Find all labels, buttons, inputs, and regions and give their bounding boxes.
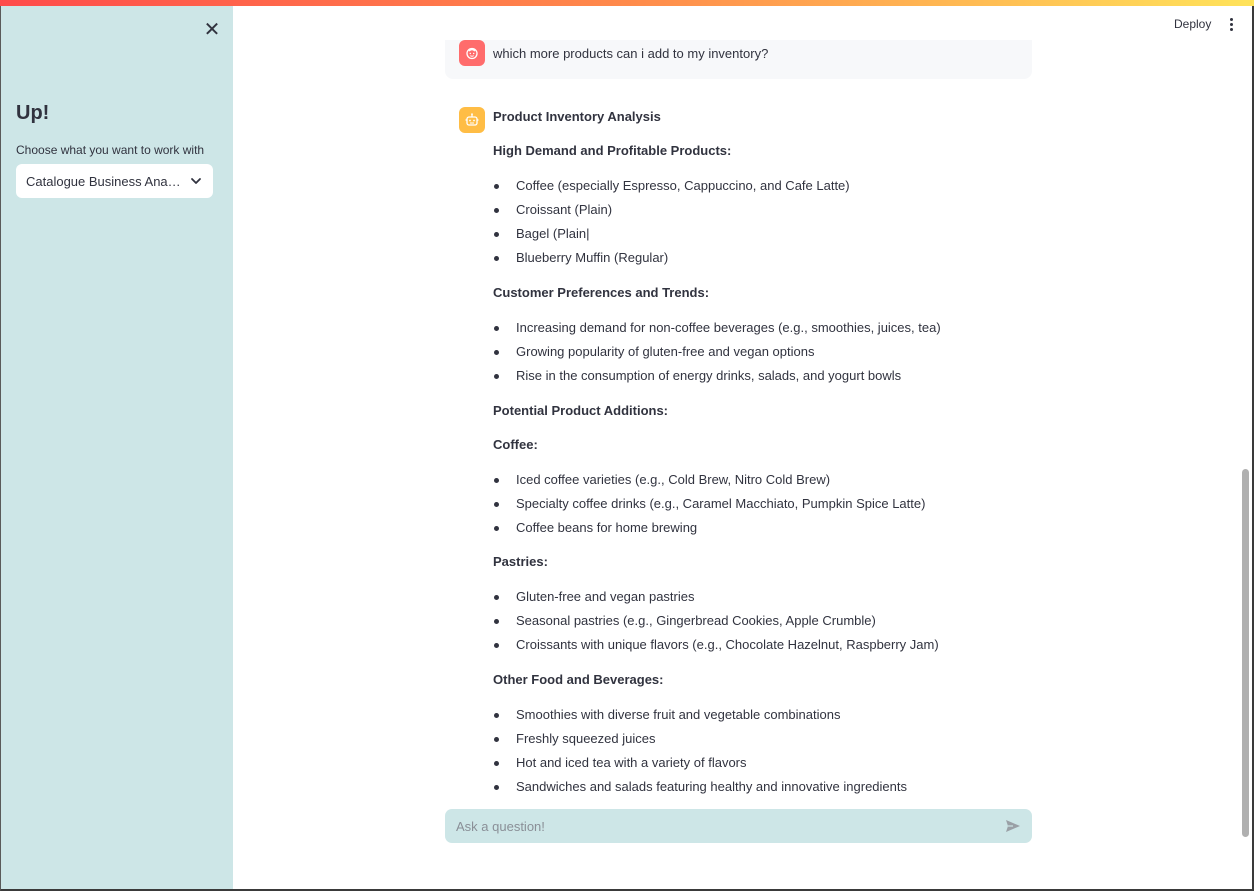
list-item: Croissants with unique flavors (e.g., Ch… [493,636,1013,660]
list-item: Smoothies with diverse fruit and vegetab… [493,706,1013,730]
list-item: Coffee beans for home brewing [493,519,1013,543]
list-item: Freshly squeezed juices [493,730,1013,754]
list-item: Gluten-free and vegan pastries [493,588,1013,612]
sidebar-title: Up! [16,102,50,124]
chat-input[interactable] [454,817,1004,835]
section-heading: Customer Preferences and Trends: [493,285,710,300]
send-icon[interactable] [1004,817,1022,835]
list-item: Blueberry Muffin (Regular) [493,249,1013,273]
close-icon[interactable]: ✕ [202,20,222,40]
chevron-down-icon [191,178,201,184]
robot-face-icon [459,107,485,133]
chat-input-bar [445,809,1032,843]
bullet-list: Increasing demand for non-coffee beverag… [493,319,1013,391]
sidebar: ✕ Up! Choose what you want to work with … [0,6,233,889]
list-item: Sandwiches and salads featuring healthy … [493,778,1013,802]
section-heading: High Demand and Profitable Products: [493,143,732,158]
user-face-icon [459,40,485,66]
list-item: Growing popularity of gluten-free and ve… [493,343,1013,367]
list-item: Specialty coffee drinks (e.g., Caramel M… [493,495,1013,519]
scrollbar-thumb[interactable] [1242,469,1249,837]
list-item: Coffee (especially Espresso, Cappuccino,… [493,177,1013,201]
assistant-message: Product Inventory Analysis High Demand a… [493,108,1013,802]
bullet-list: Coffee (especially Espresso, Cappuccino,… [493,177,1013,273]
section-heading: Potential Product Additions: [493,403,669,418]
list-item: Hot and iced tea with a variety of flavo… [493,754,1013,778]
kebab-menu-icon[interactable] [1226,18,1236,32]
list-item: Croissant (Plain) [493,201,1013,225]
bullet-list: Iced coffee varieties (e.g., Cold Brew, … [493,471,1013,543]
user-message-text: which more products can i add to my inve… [493,46,769,61]
list-item: Increasing demand for non-coffee beverag… [493,319,1013,343]
section-heading: Other Food and Beverages: [493,672,664,687]
select-label: Choose what you want to work with [16,143,205,157]
list-item: Rise in the consumption of energy drinks… [493,367,1013,391]
section-heading: Coffee: [493,437,538,452]
select-value: Catalogue Business Analysis [26,173,181,189]
work-mode-select[interactable]: Catalogue Business Analysis [16,164,213,198]
list-item: Iced coffee varieties (e.g., Cold Brew, … [493,471,1013,495]
list-item: Bagel (Plain| [493,225,1013,249]
section-heading: Pastries: [493,554,548,569]
bullet-list: Gluten-free and vegan pastries Seasonal … [493,588,1013,660]
assistant-message-title: Product Inventory Analysis [493,109,661,124]
bullet-list: Smoothies with diverse fruit and vegetab… [493,706,1013,802]
list-item: Seasonal pastries (e.g., Gingerbread Coo… [493,612,1013,636]
deploy-button[interactable]: Deploy [1174,17,1211,31]
